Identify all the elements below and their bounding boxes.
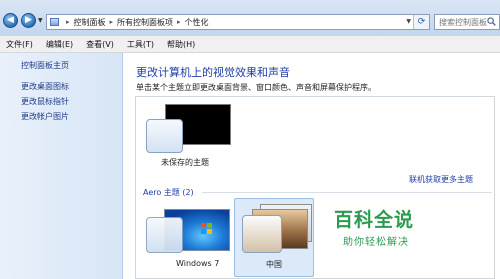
back-button[interactable]: ◀ (3, 13, 18, 28)
menu-bar: 文件(F) 编辑(E) 查看(V) 工具(T) 帮助(H) (0, 36, 500, 53)
forward-button[interactable]: ▶ (21, 13, 36, 28)
window-preview-icon (146, 119, 183, 153)
control-panel-icon (50, 18, 59, 26)
menu-help[interactable]: 帮助(H) (167, 39, 195, 50)
sidebar-link-mouse-pointers[interactable]: 更改鼠标指针 (21, 96, 69, 107)
section-divider (202, 192, 492, 193)
search-box[interactable] (434, 14, 500, 30)
menu-edit[interactable]: 编辑(E) (46, 39, 73, 50)
address-dropdown-icon[interactable]: ▼ (406, 18, 411, 25)
refresh-button[interactable]: ⟳ (413, 15, 429, 29)
page-description: 单击某个主题立即更改桌面背景、窗口颜色、声音和屏幕保护程序。 (136, 83, 376, 92)
search-icon[interactable] (487, 17, 496, 26)
watermark-title: 百科全说 (334, 209, 415, 231)
get-more-themes-link[interactable]: 联机获取更多主题 (409, 174, 473, 185)
sidebar: 控制面板主页 更改桌面图标 更改鼠标指针 更改帐户图片 (0, 53, 123, 279)
breadcrumb-all-items[interactable]: 所有控制面板项 (117, 17, 173, 28)
aero-themes-heading: Aero 主题 (2) (143, 188, 194, 197)
window-preview-icon (242, 215, 282, 253)
menu-tools[interactable]: 工具(T) (127, 39, 154, 50)
chevron-right-icon[interactable]: ▸ (110, 18, 114, 26)
windows-logo-icon (201, 223, 213, 235)
sidebar-link-control-panel-home[interactable]: 控制面板主页 (21, 60, 69, 71)
page-title: 更改计算机上的视觉效果和声音 (136, 66, 290, 79)
unsaved-theme-label[interactable]: 未保存的主题 (161, 157, 209, 168)
breadcrumb-personalization[interactable]: 个性化 (185, 17, 209, 28)
window-preview-icon (146, 217, 183, 253)
address-bar[interactable]: ▸ 控制面板 ▸ 所有控制面板项 ▸ 个性化 ▼ ⟳ (46, 14, 430, 30)
chevron-right-icon[interactable]: ▸ (177, 18, 181, 26)
sidebar-link-desktop-icons[interactable]: 更改桌面图标 (21, 81, 69, 92)
recent-pages-dropdown-icon[interactable]: ▼ (38, 17, 43, 24)
china-theme-label[interactable]: 中国 (266, 259, 282, 270)
menu-view[interactable]: 查看(V) (86, 39, 114, 50)
menu-file[interactable]: 文件(F) (6, 39, 33, 50)
windows7-theme-label[interactable]: Windows 7 (176, 259, 219, 268)
sidebar-link-account-picture[interactable]: 更改帐户图片 (21, 111, 69, 122)
watermark-subtitle: 助你轻松解决 (343, 237, 409, 248)
theme-list: 未保存的主题 联机获取更多主题 Aero 主题 (2) Windows 7 中国 (135, 96, 495, 279)
chevron-right-icon[interactable]: ▸ (66, 18, 70, 26)
window-titlebar: ◀ ▶ ▼ ▸ 控制面板 ▸ 所有控制面板项 ▸ 个性化 ▼ ⟳ (0, 0, 500, 36)
main-content: 更改计算机上的视觉效果和声音 单击某个主题立即更改桌面背景、窗口颜色、声音和屏幕… (124, 53, 500, 279)
search-input[interactable] (439, 17, 487, 27)
breadcrumb-control-panel[interactable]: 控制面板 (74, 17, 106, 28)
